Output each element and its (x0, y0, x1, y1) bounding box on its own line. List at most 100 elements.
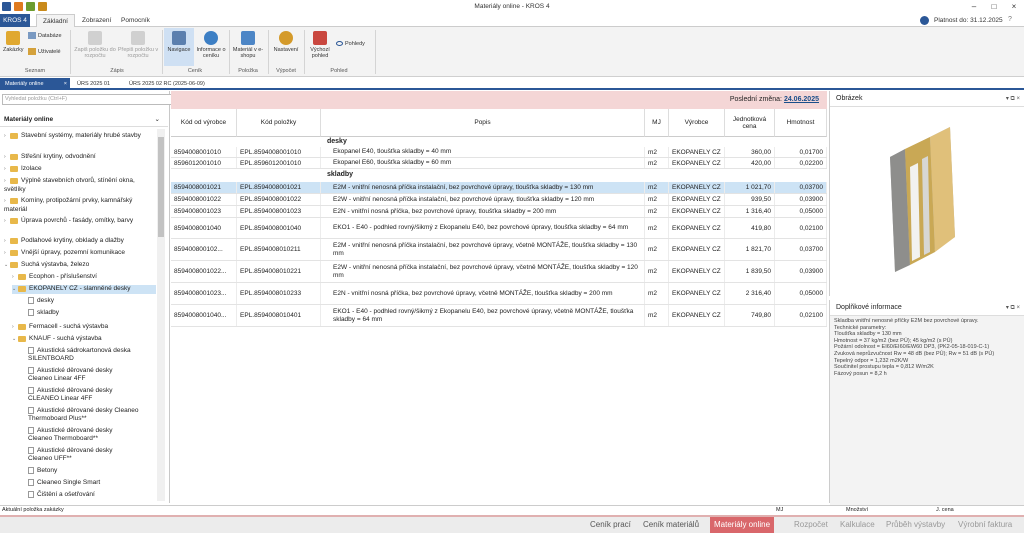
table-row[interactable]: 8594008001040 EPL.8594008001040 EKO1 - E40… (171, 218, 827, 239)
folder-icon (10, 154, 18, 160)
tree-scrollbar[interactable] (157, 129, 165, 501)
tree-item-label: Vnější úpravy, pozemní komunikace (21, 249, 125, 256)
column-header[interactable]: Kód od výrobce (171, 109, 237, 137)
group-seznam: Seznam (24, 68, 46, 74)
last-change-date[interactable]: 24.06.2025 (784, 96, 819, 103)
column-header[interactable]: Kód položky (237, 109, 321, 137)
scrollbar-thumb[interactable] (158, 137, 164, 237)
close-icon[interactable]: × (1004, 1, 1024, 12)
maximize-icon[interactable]: □ (984, 1, 1004, 12)
nav-rozpocet[interactable]: Rozpočet (794, 520, 828, 529)
prepis-polozku-button[interactable]: Přepiš položku v rozpočtu (117, 31, 159, 59)
tree-item-label: Střešní krytiny, odvodnění (21, 153, 96, 160)
tree-item[interactable]: › Stavební systémy, materiály hrubé stavb… (4, 132, 154, 141)
doctab-urs-2025-01[interactable]: ÚRS 2025 01 (72, 78, 115, 90)
informace-ceniku-button[interactable]: Informace o ceníku (196, 31, 226, 59)
tree-item[interactable]: › Fermacell - suchá výstavba (12, 323, 108, 332)
table-row-selected[interactable]: 8594008001021 EPL.8594008001021 E2M - vnit… (171, 182, 827, 194)
table-cell: EPL.8594008001023 (237, 206, 321, 217)
tree-item[interactable]: › Střešní krytiny, odvodnění (4, 153, 96, 162)
table-cell: m2 (645, 206, 669, 217)
tree-item[interactable]: Akustické děrované desky Cleaneo Linear … (28, 367, 138, 382)
nav-prubeh-vystavby[interactable]: Průběh výstavby (886, 520, 945, 529)
tree-item[interactable]: ⌄ KNAUF - suchá výstavba (12, 335, 102, 344)
tree-item[interactable]: Akustické děrované desky Cleaneo UFF** (28, 447, 138, 462)
nav-cenik-praci[interactable]: Ceník prací (590, 520, 631, 529)
table-row[interactable]: 8594008001010 EPL.8594008001010 Ekopanel E… (171, 147, 827, 158)
tree-item[interactable]: › Výplně stavebních otvorů, stínění okna,… (4, 177, 154, 193)
tree-item-selected[interactable]: ⌄ EKOPANELY CZ - slamněné desky (12, 285, 156, 294)
nav-kalkulace[interactable]: Kalkulace (840, 520, 875, 529)
material-eshop-button[interactable]: Materiál v e-shopu (232, 31, 264, 59)
tree-item[interactable]: ⌄ Suchá výstavba, železo (4, 261, 89, 270)
databaze-button[interactable]: Databáze (28, 32, 62, 39)
panel-controls-icon[interactable]: ▾ ⧉ × (1006, 300, 1020, 316)
pohledy-button[interactable]: Pohledy (336, 41, 365, 47)
nav-vyrobni-faktura[interactable]: Výrobní faktura (958, 520, 1012, 529)
vychozi-pohled-button[interactable]: Výchozí pohled (307, 31, 333, 59)
navigace-button[interactable]: Navigace (164, 28, 194, 66)
nastaveni-button[interactable]: Nastavení (271, 31, 301, 53)
tab-zakladni[interactable]: Základní (36, 14, 75, 28)
tree-item-label: Akustické děrované desky Cleaneo Linear … (28, 367, 113, 382)
table-cell: E2M - vnitřní nenosná příčka instalační,… (321, 182, 645, 193)
tree-item[interactable]: › Izolace (4, 165, 42, 174)
nav-cenik-materialu[interactable]: Ceník materiálů (643, 520, 699, 529)
tree-item[interactable]: skladby (28, 309, 59, 317)
zapis-polozku-button[interactable]: Zapiš položku do rozpočtu (74, 31, 116, 59)
home-icon (313, 31, 327, 45)
column-header[interactable]: Výrobce (669, 109, 725, 137)
table-cell: 8594008001023 (171, 206, 237, 217)
tree-item[interactable]: › Vnější úpravy, pozemní komunikace (4, 249, 125, 258)
folder-icon (18, 324, 26, 330)
table-cell: m2 (645, 158, 669, 168)
group-polozka: Položka (238, 68, 258, 74)
doctab-label: ÚRS 2025 01 (77, 81, 111, 87)
table-row[interactable]: 8594008001023... EPL.8594008010233 E2N - v… (171, 283, 827, 305)
table-row[interactable]: 8596012001010 EPL.8596012001010 Ekopanel E… (171, 158, 827, 169)
table-cell: EKO1 - E40 - podhled rovný/šikmý z Ekopa… (321, 218, 645, 238)
table-row[interactable]: 859400800102... EPL.8594008010211 E2M - vn… (171, 239, 827, 261)
column-header[interactable]: Jednotková cena (725, 109, 775, 137)
panel-controls-icon[interactable]: ▾ ⧉ × (1006, 91, 1020, 107)
help-icon[interactable]: ? (1008, 16, 1012, 23)
tree-item[interactable]: Cleaneo Single Smart (28, 479, 100, 487)
tab-pomocnik[interactable]: Pomocník (115, 14, 156, 27)
tree-item[interactable]: Akustická sádrokartonová deska SILENTBOA… (28, 347, 138, 362)
tree-item[interactable]: › Podlahové krytiny, obklady a dlažby (4, 237, 124, 246)
column-header[interactable]: MJ (645, 109, 669, 137)
doctab-urs-2025-02[interactable]: ÚRS 2025 02 RC (2025-06-09) (124, 78, 210, 90)
tree-item[interactable]: Akustické děrované desky Cleaneo Thermob… (28, 427, 138, 442)
tree-item[interactable]: desky (28, 297, 54, 305)
table-row[interactable]: 8594008001023 EPL.8594008001023 E2N - vnit… (171, 206, 827, 218)
tree-item[interactable]: Betony (28, 467, 57, 475)
zakazky-button[interactable]: Zakázky (3, 31, 23, 53)
doctab-materialy-online[interactable]: Materiály online × (0, 78, 70, 90)
chevron-down-icon[interactable]: ⌄ (155, 113, 160, 127)
tree-item[interactable]: Akustické děrované desky CLEANEO Linear … (28, 387, 138, 402)
tree-item[interactable]: › Ecophon - příslušenství (12, 273, 97, 282)
tree-item[interactable]: › Komíny, protipožární prvky, kamnářský m… (4, 197, 154, 213)
tab-zobrazeni[interactable]: Zobrazení (76, 14, 117, 27)
table-row[interactable]: 8594008001040... EPL.8594008010401 EKO1 - … (171, 305, 827, 327)
tree-item[interactable]: Čištění a ošetřování (28, 491, 95, 499)
table-cell: E2W - vnitřní nenosná příčka instalační,… (321, 194, 645, 205)
table-cell: 8594008001022... (171, 261, 237, 282)
tree-item-label: Výplně stavebních otvorů, stínění okna, … (4, 177, 135, 193)
table-row[interactable]: 8594008001022 EPL.8594008001022 E2W - vnit… (171, 194, 827, 206)
close-icon[interactable]: × (64, 78, 67, 90)
table-cell: E2W - vnitřní nenosná příčka instalační,… (321, 261, 645, 282)
uzivatele-button[interactable]: Uživatelé (28, 48, 61, 55)
group-header: skladby (327, 171, 354, 178)
minimize-icon[interactable]: – (964, 1, 984, 12)
tree-item[interactable]: › Úprava povrchů - fasády, omítky, barvy (4, 217, 154, 226)
table-cell: m2 (645, 283, 669, 304)
table-row[interactable]: 8594008001022... EPL.8594008010221 E2W - v… (171, 261, 827, 283)
nav-materialy-online[interactable]: Materiály online (710, 517, 775, 533)
column-header[interactable]: Hmotnost (775, 109, 827, 137)
tab-kros[interactable]: KROS 4 (0, 14, 30, 27)
column-header[interactable]: Popis (321, 109, 645, 137)
table-cell: EPL.8594008001040 (237, 218, 321, 238)
tree-item[interactable]: Akustické děrované desky Cleaneo Thermob… (28, 407, 148, 422)
table-cell: EKOPANELY CZ (669, 147, 725, 157)
